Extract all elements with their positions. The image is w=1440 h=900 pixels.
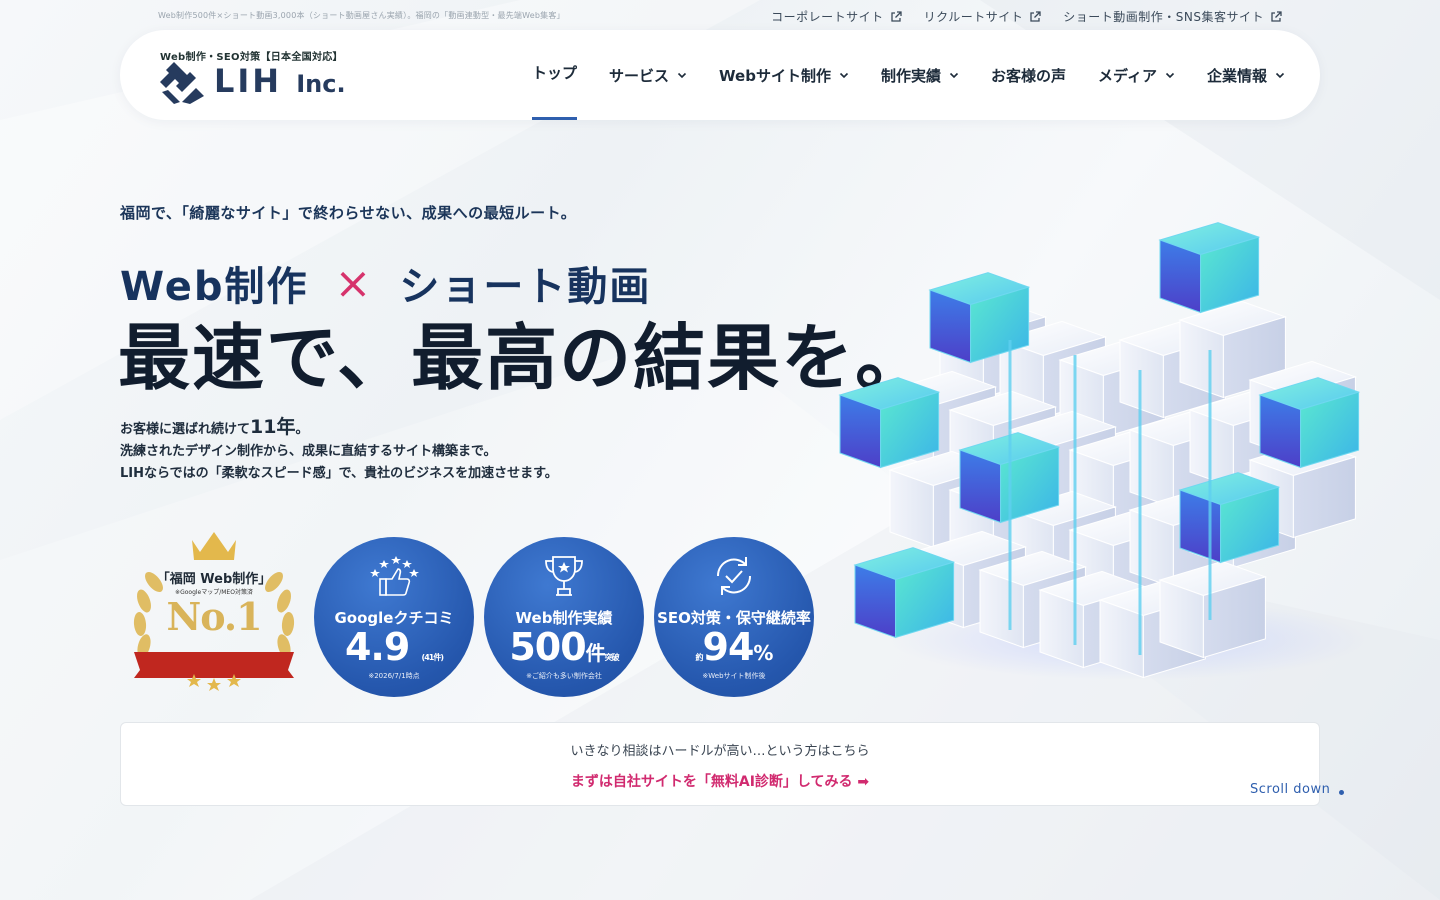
nav-testimonials[interactable]: お客様の声 xyxy=(975,30,1082,120)
external-link-icon xyxy=(890,10,902,22)
chevron-down-icon xyxy=(949,72,959,79)
lih-logo-mark-icon[interactable] xyxy=(160,62,204,104)
hero-desc-line-3: LIHならではの「柔軟なスピード感」で、貴社のビジネスを加速させます。 xyxy=(120,466,558,481)
stat-seo-retention: SEO対策・保守継続率 約94% ※Webサイト制作後 xyxy=(654,537,814,697)
stat-seo-note: ※Webサイト制作後 xyxy=(702,672,766,680)
hero-heading: 最速で、最高の結果を。 xyxy=(118,316,930,400)
recruit-site-link[interactable]: リクルートサイト xyxy=(924,8,1042,25)
hero-lead: 福岡で、「綺麗なサイト」で終わらせない、成果への最短ルート。 xyxy=(120,204,577,222)
stat-google-reviews: Googleクチコミ 4.9 (41件) ※2026/7/1時点 xyxy=(314,537,474,697)
stat-works-suffix: 突破 xyxy=(604,653,620,662)
company-logo[interactable]: LIH Inc. xyxy=(214,62,346,100)
nav-company[interactable]: 企業情報 xyxy=(1191,30,1301,120)
crown-icon xyxy=(192,532,236,560)
nav-media[interactable]: メディア xyxy=(1082,30,1191,120)
nav-works[interactable]: 制作実績 xyxy=(865,30,975,120)
chevron-down-icon xyxy=(839,72,849,79)
award-badge: 「福岡 Web制作」 ※Googleマップ/MEO対策済 No.1 xyxy=(124,526,304,696)
logo-name: LIH xyxy=(214,62,283,100)
ribbon-banner xyxy=(134,652,294,678)
desc-years-post: 。 xyxy=(295,422,309,437)
nav-testimonials-label: お客様の声 xyxy=(990,66,1066,85)
recruit-site-label: リクルートサイト xyxy=(923,10,1024,24)
stat-reviews-value: 4.9 (41件) xyxy=(314,625,474,669)
stat-web-works: Web制作実績 500件突破 ※ご紹介も多い制作会社 xyxy=(484,537,644,697)
nav-services-label: サービス xyxy=(609,66,670,85)
chevron-down-icon xyxy=(1275,72,1285,79)
nav-web-production-label: Webサイト制作 xyxy=(719,66,831,85)
stat-reviews-count: (41件) xyxy=(421,653,444,662)
stat-works-note: ※ご紹介も多い制作会社 xyxy=(526,672,602,680)
stat-seo-value: 約94% xyxy=(654,625,814,669)
utility-links: コーポレートサイト リクルートサイト ショート動画制作・SNS集客サイト xyxy=(771,8,1282,25)
stat-works-value: 500件突破 xyxy=(484,625,644,669)
award-rank: No.1 xyxy=(166,594,262,639)
hero-subheading: Web制作 × ショート動画 xyxy=(120,254,651,312)
hero-desc-line-1: お客様に選ばれ続けて11年。 xyxy=(120,416,558,441)
thumbs-up-stars-icon xyxy=(370,556,419,596)
hero-description: お客様に選ばれ続けて11年。 洗練されたデザイン制作から、成果に直結するサイト構… xyxy=(120,416,558,485)
nav-web-production[interactable]: Webサイト制作 xyxy=(703,30,865,120)
blue-cube xyxy=(1158,222,1261,314)
stat-seo-unit: % xyxy=(753,641,773,665)
short-video-site-link[interactable]: ショート動画制作・SNS集客サイト xyxy=(1063,8,1282,25)
ai-diagnosis-cta-box: いきなり相談はハードルが高い…という方はこちら まずは自社サイトを「無料AI診断… xyxy=(120,722,1320,806)
nav-media-label: メディア xyxy=(1098,66,1157,85)
nav-services[interactable]: サービス xyxy=(593,30,703,120)
short-video-site-label: ショート動画制作・SNS集客サイト xyxy=(1063,10,1264,24)
external-link-icon xyxy=(1271,10,1282,22)
hero-desc-line-2: 洗練されたデザイン制作から、成果に直結するサイト構築まで。 xyxy=(120,444,497,459)
logo-suffix: Inc. xyxy=(296,70,346,98)
chevron-down-icon xyxy=(1165,72,1175,79)
blue-cube xyxy=(838,377,941,469)
stat-works-number: 500 xyxy=(509,625,586,669)
cube-illustration xyxy=(838,222,1370,680)
hero-sub-left: Web制作 xyxy=(120,264,309,310)
award-title: 「福岡 Web制作」 xyxy=(156,572,272,587)
scroll-dot-icon xyxy=(1339,790,1344,795)
corporate-site-link[interactable]: コーポレートサイト xyxy=(771,8,902,25)
refresh-check-icon xyxy=(716,557,752,595)
stat-seo-number: 94 xyxy=(702,625,755,669)
nav-works-label: 制作実績 xyxy=(880,66,941,85)
white-cube xyxy=(1158,560,1268,659)
nav-top-label: トップ xyxy=(532,63,578,82)
scroll-down-indicator[interactable]: Scroll down xyxy=(1250,782,1330,797)
stat-reviews-note: ※2026/7/1時点 xyxy=(368,672,420,680)
blue-cube xyxy=(853,547,956,639)
blue-cube xyxy=(1178,472,1281,564)
main-nav: トップ サービス Webサイト制作 制作実績 お客様の声 メディア 企業情報 xyxy=(516,30,1301,120)
stat-works-unit: 件 xyxy=(585,641,606,665)
desc-years-pre: お客様に選ばれ続けて xyxy=(120,422,251,437)
hero-cross: × xyxy=(334,257,374,309)
external-link-icon xyxy=(1030,10,1041,22)
main-header: Web制作・SEO対策【日本全国対応】 LIH Inc. トップ サービス We… xyxy=(120,30,1320,120)
chevron-down-icon xyxy=(677,72,687,79)
nav-top[interactable]: トップ xyxy=(516,30,593,120)
cta-question: いきなり相談はハードルが高い…という方はこちら xyxy=(570,744,870,759)
corporate-site-label: コーポレートサイト xyxy=(771,10,884,24)
trophy-icon xyxy=(545,556,583,596)
stat-seo-prefix: 約 xyxy=(695,653,704,662)
stat-reviews-number: 4.9 xyxy=(344,625,410,669)
hero-sub-right: ショート動画 xyxy=(399,264,652,310)
nav-company-label: 企業情報 xyxy=(1206,66,1267,85)
blue-cube xyxy=(1258,377,1361,469)
desc-years: 11年 xyxy=(250,416,296,438)
site-tagline: Web制作500件×ショート動画3,000本（ショート動画屋さん実績）。福岡の「… xyxy=(158,11,565,20)
ai-diagnosis-link[interactable]: まずは自社サイトを「無料AI診断」してみる ➡ xyxy=(121,771,1319,791)
logo-subtitle: Web制作・SEO対策【日本全国対応】 xyxy=(160,52,343,63)
blue-cube xyxy=(928,272,1031,364)
